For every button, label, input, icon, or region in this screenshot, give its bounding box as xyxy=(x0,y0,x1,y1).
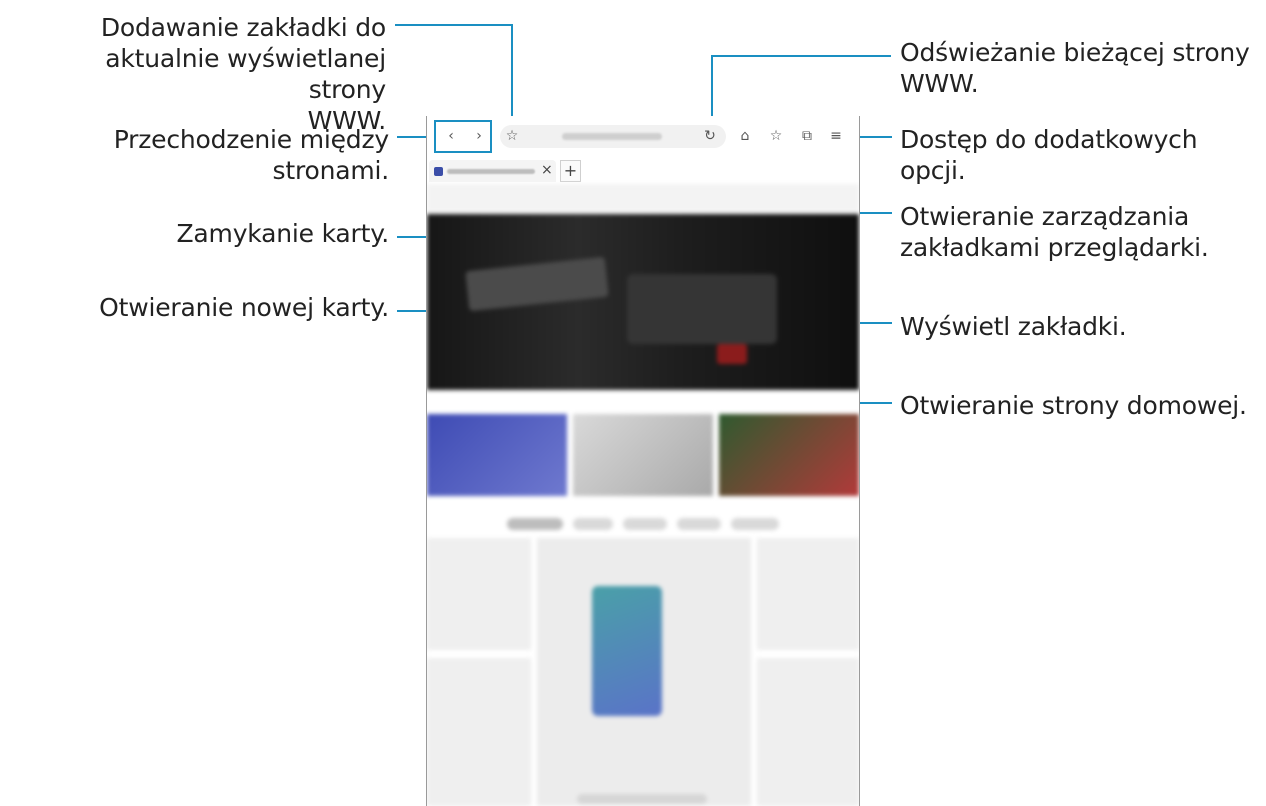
category-tabs xyxy=(507,518,787,532)
leader-line-bookmark-add-v xyxy=(511,24,513,130)
product-tile[interactable] xyxy=(757,538,859,650)
refresh-icon[interactable]: ↻ xyxy=(700,126,720,146)
tab-title xyxy=(447,169,535,174)
navigation-highlight-frame xyxy=(434,120,492,153)
product-tile[interactable] xyxy=(757,658,859,806)
product-image xyxy=(592,586,662,716)
promo-card[interactable] xyxy=(719,414,859,496)
web-page-content xyxy=(427,184,859,806)
leader-line-refresh-h xyxy=(711,55,891,57)
callout-home: Otwieranie strony domowej. xyxy=(900,391,1247,420)
footer-button[interactable] xyxy=(577,794,707,804)
promo-card[interactable] xyxy=(427,414,567,496)
category-tab[interactable] xyxy=(731,518,779,530)
category-tab[interactable] xyxy=(573,518,613,530)
url-bar[interactable]: ☆ ↻ xyxy=(500,125,726,148)
product-grid xyxy=(427,538,859,806)
product-tile-featured[interactable] xyxy=(537,538,751,806)
callout-tab-manager: Otwieranie zarządzania zakładkami przegl… xyxy=(900,202,1209,262)
callout-close-tab: Zamykanie karty. xyxy=(176,219,390,248)
callout-new-tab: Otwieranie nowej karty. xyxy=(99,293,389,322)
new-tab-button[interactable]: + xyxy=(560,160,581,182)
favicon-icon xyxy=(434,167,443,176)
home-icon[interactable]: ⌂ xyxy=(735,126,755,146)
product-tile[interactable] xyxy=(427,658,531,806)
bookmarks-icon[interactable]: ☆ xyxy=(766,126,786,146)
category-tab[interactable] xyxy=(677,518,721,530)
promo-card[interactable] xyxy=(573,414,713,496)
category-tab[interactable] xyxy=(623,518,667,530)
tabs-icon[interactable]: ⧉ xyxy=(797,126,817,146)
category-tab[interactable] xyxy=(507,518,563,530)
leader-line-bookmark-add-h xyxy=(395,24,512,26)
url-text xyxy=(562,133,662,140)
menu-icon[interactable]: ≡ xyxy=(826,126,846,146)
product-tile[interactable] xyxy=(427,538,531,650)
callout-refresh: Odświeżanie bieżącej strony WWW. xyxy=(900,38,1250,98)
site-header xyxy=(427,184,859,212)
close-tab-icon[interactable]: × xyxy=(541,162,553,178)
promo-cards xyxy=(427,414,859,496)
browser-window: ‹ › ☆ ↻ ⌂ ☆ ⧉ ≡ × + xyxy=(426,116,860,806)
hero-graphic xyxy=(465,256,609,312)
hero-graphic xyxy=(627,274,777,344)
add-bookmark-icon[interactable]: ☆ xyxy=(502,126,522,146)
callout-navigate: Przechodzenie między stronami. xyxy=(113,125,389,185)
callout-bookmark-add: Dodawanie zakładki do aktualnie wyświetl… xyxy=(100,13,386,135)
browser-tab[interactable]: × xyxy=(429,160,556,182)
callout-more-options: Dostęp do dodatkowych opcji. xyxy=(900,125,1198,185)
hero-banner[interactable] xyxy=(427,214,859,390)
callout-view-bookmarks: Wyświetl zakładki. xyxy=(900,312,1127,341)
hero-graphic xyxy=(717,344,747,364)
tab-strip: × + xyxy=(427,158,859,184)
